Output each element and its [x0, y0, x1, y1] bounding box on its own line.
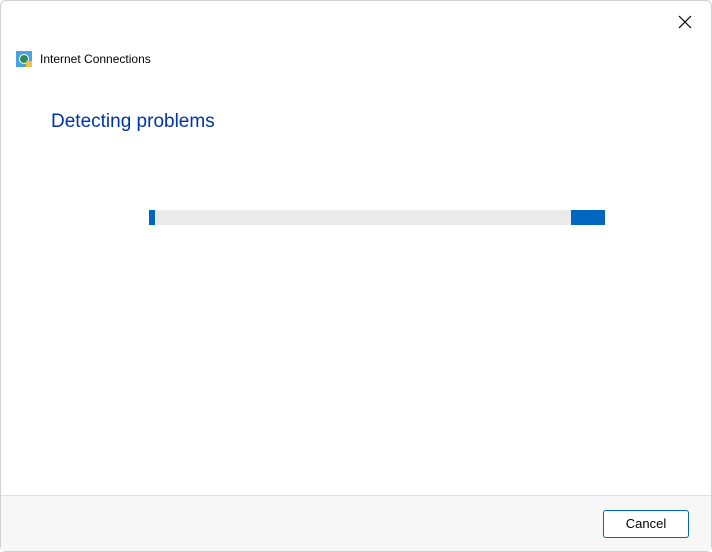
- close-icon: [678, 15, 692, 32]
- footer: Cancel: [1, 495, 711, 551]
- page-heading: Detecting problems: [51, 111, 215, 133]
- header: Internet Connections: [16, 51, 151, 67]
- progress-segment: [571, 210, 605, 225]
- cancel-button[interactable]: Cancel: [603, 510, 689, 538]
- progress-segment: [149, 210, 155, 225]
- progress-bar: [149, 210, 605, 225]
- window-title: Internet Connections: [40, 52, 151, 66]
- close-button[interactable]: [673, 11, 697, 35]
- internet-connections-icon: [16, 51, 32, 67]
